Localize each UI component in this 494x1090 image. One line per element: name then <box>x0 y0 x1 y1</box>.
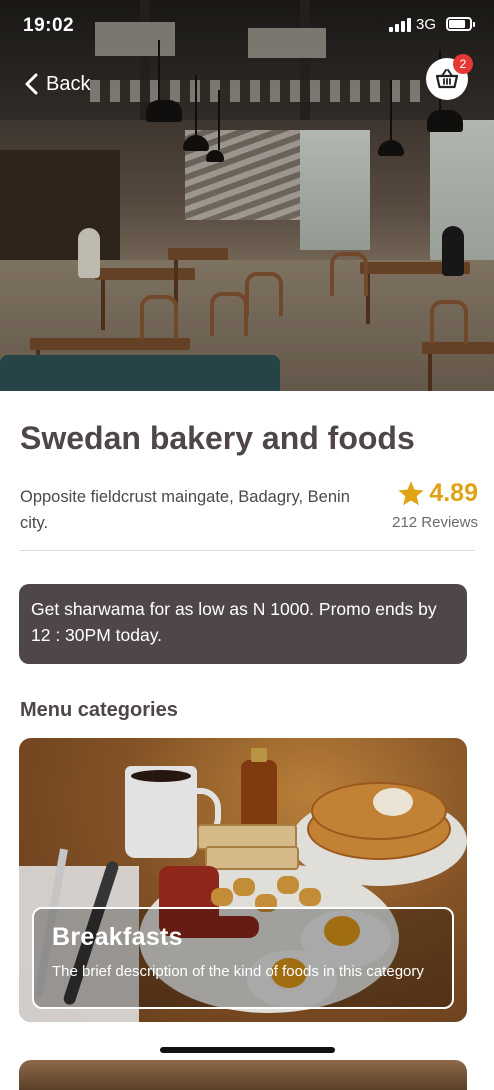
category-description: The brief description of the kind of foo… <box>52 963 424 980</box>
divider <box>20 550 475 551</box>
network-type: 3G <box>416 16 437 33</box>
rating-value: 4.89 <box>429 479 478 507</box>
restaurant-address: Opposite fieldcrust maingate, Badagry, B… <box>20 488 350 532</box>
home-indicator[interactable] <box>160 1047 335 1053</box>
back-button[interactable]: Back <box>22 70 90 98</box>
chevron-left-icon <box>25 73 38 95</box>
restaurant-hero-image <box>0 0 494 391</box>
status-bar: 19:02 3G <box>0 0 494 52</box>
cart-count-badge: 2 <box>453 54 473 74</box>
promo-banner: Get sharwama for as low as N 1000. Promo… <box>19 584 467 664</box>
rating-block: 4.89 212 Reviews <box>382 479 478 531</box>
battery-icon <box>446 17 475 31</box>
star-icon <box>398 481 424 506</box>
category-caption: Breakfasts The brief description of the … <box>32 907 454 1009</box>
menu-categories-heading: Menu categories <box>20 699 178 721</box>
signal-icon <box>389 17 411 32</box>
category-card-next[interactable] <box>19 1060 467 1090</box>
category-card-breakfasts[interactable]: Breakfasts The brief description of the … <box>19 738 467 1022</box>
back-label: Back <box>46 72 91 95</box>
status-time: 19:02 <box>23 15 75 36</box>
category-name: Breakfasts <box>52 923 183 951</box>
cart-button[interactable]: 2 <box>426 54 473 100</box>
restaurant-name: Swedan bakery and foods <box>20 420 415 456</box>
reviews-count: 212 Reviews <box>392 514 478 531</box>
